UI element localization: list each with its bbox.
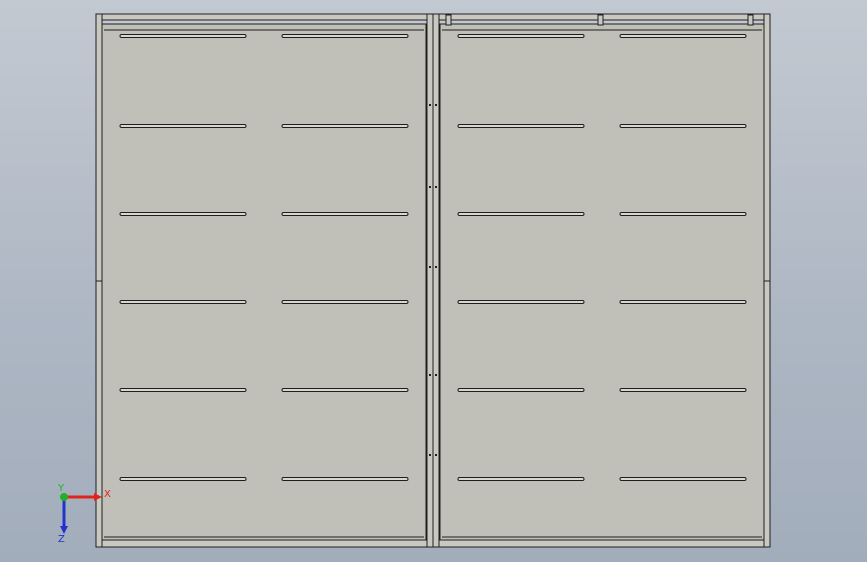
triad-origin xyxy=(60,493,68,501)
graphics-viewport[interactable]: X Y Z xyxy=(0,0,867,562)
z-axis-arrow xyxy=(60,526,68,534)
y-axis-label: Y xyxy=(57,483,65,494)
x-axis-arrow xyxy=(94,493,102,501)
z-axis-label: Z xyxy=(58,534,65,545)
orientation-triad: X Y Z xyxy=(57,483,111,545)
x-axis-label: X xyxy=(104,489,111,500)
